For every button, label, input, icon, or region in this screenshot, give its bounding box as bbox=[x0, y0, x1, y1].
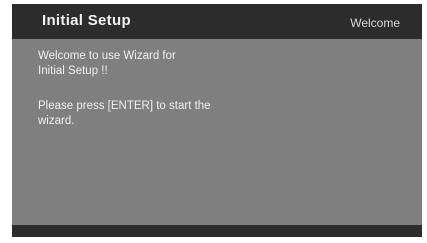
page-title: Initial Setup bbox=[42, 12, 131, 29]
title-bar: Initial Setup Welcome bbox=[12, 4, 422, 39]
content-area: Welcome to use Wizard for Initial Setup … bbox=[12, 39, 422, 225]
instruction-message: Please press [ENTER] to start the wizard… bbox=[38, 100, 211, 127]
bottom-bar bbox=[12, 225, 422, 237]
setup-wizard-window: Initial Setup Welcome Welcome to use Wiz… bbox=[12, 4, 422, 237]
welcome-message: Welcome to use Wizard for Initial Setup … bbox=[38, 50, 176, 77]
step-label: Welcome bbox=[350, 16, 400, 30]
